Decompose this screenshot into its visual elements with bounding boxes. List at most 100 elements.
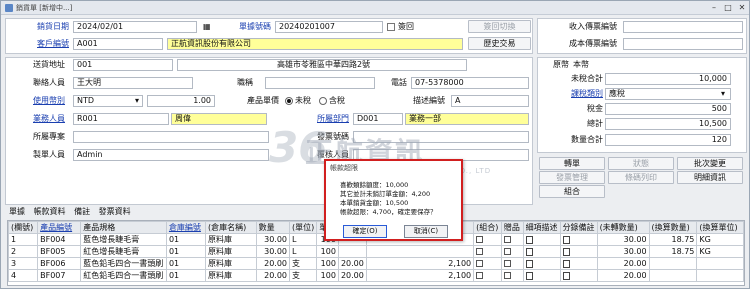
cell-price[interactable]: 100 <box>316 257 339 270</box>
cell-gift[interactable] <box>500 269 524 282</box>
local-currency-tab[interactable]: 本幣 <box>573 59 589 71</box>
detail-info-button[interactable]: 明細資訊 <box>677 171 743 184</box>
col-header[interactable]: 細項描述 <box>522 221 561 234</box>
cell-wh[interactable]: 01 <box>165 269 206 282</box>
col-header[interactable]: (換算數量) <box>648 221 698 234</box>
tax-type-select[interactable]: 應稅 <box>605 88 731 100</box>
cell-price[interactable]: 100 <box>316 245 339 258</box>
document-icon[interactable] <box>562 259 570 268</box>
gift-checkbox[interactable] <box>503 272 511 279</box>
cell-gift[interactable] <box>500 245 524 258</box>
combo-checkbox[interactable] <box>476 248 484 255</box>
cell-spec[interactable]: 紅色鉛毛四合一書頭刷 <box>80 269 167 282</box>
address-code-field[interactable]: 001 <box>73 59 173 71</box>
cell-entry-note[interactable] <box>559 269 598 282</box>
cell-wh[interactable]: 01 <box>165 257 206 270</box>
col-header[interactable]: (單位) <box>289 221 318 234</box>
sales-label[interactable]: 業務人員 <box>33 113 65 125</box>
cell-price[interactable]: 100 <box>316 269 339 282</box>
position-field[interactable] <box>265 77 375 89</box>
document-icon[interactable] <box>562 271 570 280</box>
cell-entry-note[interactable] <box>559 233 598 246</box>
status-button[interactable]: 狀態 <box>608 157 674 170</box>
cell-gift[interactable] <box>500 257 524 270</box>
contact-field[interactable]: 王大明 <box>73 77 193 89</box>
minimize-icon[interactable]: – <box>707 2 721 13</box>
cell-desc[interactable] <box>522 233 561 246</box>
chevron-down-icon[interactable]: ▾ <box>135 95 139 107</box>
gift-checkbox[interactable] <box>503 260 511 267</box>
history-button[interactable]: 歷史交易 <box>468 37 531 50</box>
cell-qty[interactable]: 20.00 <box>255 257 291 270</box>
cell-spec[interactable]: 藍色增長睫毛膏 <box>80 233 167 246</box>
taxed-radio[interactable] <box>319 97 327 105</box>
cancel-button[interactable]: 取消(C) <box>404 225 448 238</box>
customer-label[interactable]: 客戶編號 <box>37 38 69 50</box>
col-header[interactable]: 分錄備註 <box>559 221 598 234</box>
tab-receivable[interactable]: 帳款資料 <box>34 206 66 217</box>
cell-desc[interactable] <box>522 245 561 258</box>
tab-invoice[interactable]: 發票資料 <box>99 206 131 217</box>
cell-gift[interactable] <box>500 233 524 246</box>
chevron-down-icon[interactable]: ▾ <box>721 88 725 100</box>
dept-label[interactable]: 所屬部門 <box>317 113 349 125</box>
col-header[interactable]: (未轉數量) <box>596 221 650 234</box>
gift-checkbox[interactable] <box>503 236 511 243</box>
cell-desc[interactable] <box>522 269 561 282</box>
currency-select[interactable]: NTD <box>73 95 143 107</box>
col-header[interactable]: 贈品 <box>500 221 524 234</box>
cell-disc[interactable]: 20.00 <box>337 269 367 282</box>
cell-code[interactable]: BF004 <box>37 233 82 246</box>
cell-code[interactable]: BF007 <box>37 269 82 282</box>
ok-button[interactable]: 確定(O) <box>343 225 387 238</box>
cell-spec[interactable]: 藍色鉛毛四合一書頭刷 <box>80 257 167 270</box>
document-icon[interactable] <box>525 235 533 244</box>
combo-button[interactable]: 組合 <box>539 185 605 198</box>
table-row[interactable]: 3 BF006 藍色鉛毛四合一書頭刷 01 原料庫 20.00 支 100 20… <box>8 257 744 270</box>
exchange-rate-field[interactable]: 1.00 <box>147 95 215 107</box>
document-icon[interactable] <box>525 259 533 268</box>
phone-field[interactable]: 07-5378000 <box>411 77 529 89</box>
cell-combo[interactable] <box>473 269 502 282</box>
close-icon[interactable]: ✕ <box>735 2 749 13</box>
untaxed-radio[interactable] <box>285 97 293 105</box>
tab-notes[interactable]: 備註 <box>74 206 90 217</box>
cell-combo[interactable] <box>473 233 502 246</box>
col-header[interactable]: (倉庫名稱) <box>204 221 257 234</box>
doc-no-field[interactable]: 20240201007 <box>275 21 383 33</box>
cell-disc[interactable]: 20.00 <box>337 257 367 270</box>
document-icon[interactable] <box>525 247 533 256</box>
col-header[interactable]: 產品規格 <box>80 221 167 234</box>
cell-qty[interactable]: 20.00 <box>255 269 291 282</box>
cell-qty[interactable]: 30.00 <box>255 233 291 246</box>
invoice-manage-button[interactable]: 發票管理 <box>539 171 605 184</box>
void-switch-button[interactable]: 簽回切換 <box>468 20 531 33</box>
cell-wh[interactable]: 01 <box>165 233 206 246</box>
cell-code[interactable]: BF005 <box>37 245 82 258</box>
convert-button[interactable]: 轉單 <box>539 157 605 170</box>
document-icon[interactable] <box>525 271 533 280</box>
sales-code-field[interactable]: R001 <box>73 113 169 125</box>
desc-field[interactable]: A <box>451 95 529 107</box>
currency-label[interactable]: 使用幣別 <box>33 95 65 107</box>
tax-type-label[interactable]: 課稅類別 <box>571 88 603 100</box>
date-field[interactable]: 2024/02/01 <box>73 21 197 33</box>
cell-combo[interactable] <box>473 245 502 258</box>
batch-change-button[interactable]: 批次變更 <box>677 157 743 170</box>
cell-desc[interactable] <box>522 257 561 270</box>
dept-code-field[interactable]: D001 <box>353 113 403 125</box>
table-row[interactable]: 2 BF005 紅色增長睫毛膏 01 原料庫 30.00 L 100 30.00… <box>8 245 744 258</box>
cell-combo[interactable] <box>473 257 502 270</box>
cell-disc[interactable] <box>337 245 367 258</box>
void-checkbox[interactable] <box>387 23 395 31</box>
col-header[interactable]: 產品編號 <box>37 221 82 234</box>
combo-checkbox[interactable] <box>476 260 484 267</box>
cell-entry-note[interactable] <box>559 245 598 258</box>
cell-entry-note[interactable] <box>559 257 598 270</box>
gift-checkbox[interactable] <box>503 248 511 255</box>
col-header[interactable]: (換算單位) <box>696 221 744 234</box>
table-row[interactable]: 4 BF007 紅色鉛毛四合一書頭刷 01 原料庫 20.00 支 100 20… <box>8 269 744 282</box>
document-icon[interactable] <box>562 247 570 256</box>
document-icon[interactable] <box>562 235 570 244</box>
cell-spec[interactable]: 紅色增長睫毛膏 <box>80 245 167 258</box>
